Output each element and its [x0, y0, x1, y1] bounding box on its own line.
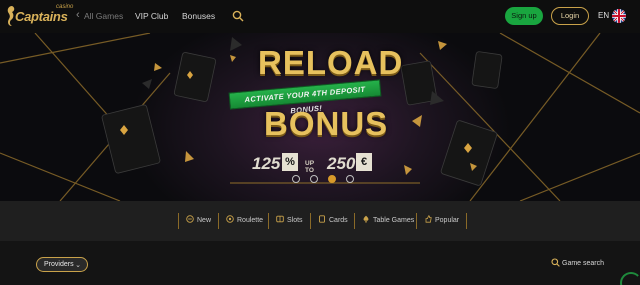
bonus-up-to: UP TO [305, 160, 314, 174]
category-new[interactable]: New [186, 214, 211, 228]
carousel-dots [292, 175, 356, 185]
nav-bonuses[interactable]: Bonuses [182, 11, 215, 21]
search-icon[interactable] [232, 10, 244, 22]
login-button[interactable]: Login [551, 7, 589, 25]
roulette-icon [226, 215, 234, 223]
bonus-percent-symbol: % [282, 153, 298, 171]
games-toolbar: Providers ⌄ Game search [0, 241, 640, 285]
popular-icon [425, 215, 432, 223]
table-games-icon [363, 215, 369, 223]
providers-dropdown[interactable]: Providers ⌄ [36, 257, 88, 272]
slots-icon [276, 215, 284, 223]
carousel-dot[interactable] [346, 175, 354, 183]
category-divider [310, 213, 311, 229]
language-selector[interactable]: EN [598, 11, 609, 20]
banner-title-reload: RELOAD [258, 44, 404, 81]
category-slots[interactable]: Slots [276, 214, 303, 228]
nav-vip-club[interactable]: VIP Club [135, 11, 168, 21]
category-divider [466, 213, 467, 229]
carousel-dot[interactable] [292, 175, 300, 183]
category-table-games[interactable]: Table Games [362, 214, 414, 228]
category-cards[interactable]: Cards [318, 214, 348, 228]
category-divider [354, 213, 355, 229]
category-bar: New Roulette Slots Cards Table Games Pop… [0, 201, 640, 241]
search-icon [551, 258, 560, 267]
category-popular[interactable]: Popular [424, 214, 459, 228]
nav-all-games[interactable]: All Games [84, 11, 123, 21]
game-search-button[interactable]: Game search [551, 258, 604, 270]
category-divider [268, 213, 269, 229]
chat-widget-button[interactable] [620, 272, 640, 285]
uk-flag-icon[interactable] [612, 9, 626, 23]
carousel-dot-active[interactable] [328, 175, 336, 183]
logo-big-text: Captains [15, 9, 68, 24]
category-divider [416, 213, 417, 229]
category-label: Cards [329, 217, 348, 224]
new-icon [186, 215, 194, 223]
banner-title-bonus: BONUS [264, 105, 389, 142]
bonus-percent-value: 125 [252, 154, 281, 173]
category-divider [218, 213, 219, 229]
bonus-currency: € [356, 153, 372, 171]
category-label: Roulette [237, 217, 264, 224]
casino-logo[interactable]: casino Captains [6, 4, 73, 28]
carousel-dot[interactable] [310, 175, 318, 183]
sign-up-button[interactable]: Sign up [505, 7, 543, 25]
chevron-down-icon: ⌄ [75, 262, 81, 269]
category-roulette[interactable]: Roulette [226, 214, 263, 228]
promo-banner[interactable]: RELOAD ACTIVATE YOUR 4TH DEPOSIT BONUS! … [0, 33, 640, 201]
providers-label: Providers [44, 261, 74, 268]
nav-scroll-left-icon[interactable]: ‹ [76, 9, 80, 21]
game-search-label: Game search [562, 260, 605, 267]
category-label: Slots [287, 217, 303, 224]
category-label: Table Games [373, 217, 415, 224]
category-label: New [197, 217, 212, 224]
category-divider [178, 213, 179, 229]
cards-icon [319, 215, 325, 223]
bonus-amount: 250 [327, 154, 356, 173]
category-label: Popular [435, 217, 460, 224]
top-header: casino Captains ‹ All Games VIP Club Bon… [0, 0, 640, 33]
